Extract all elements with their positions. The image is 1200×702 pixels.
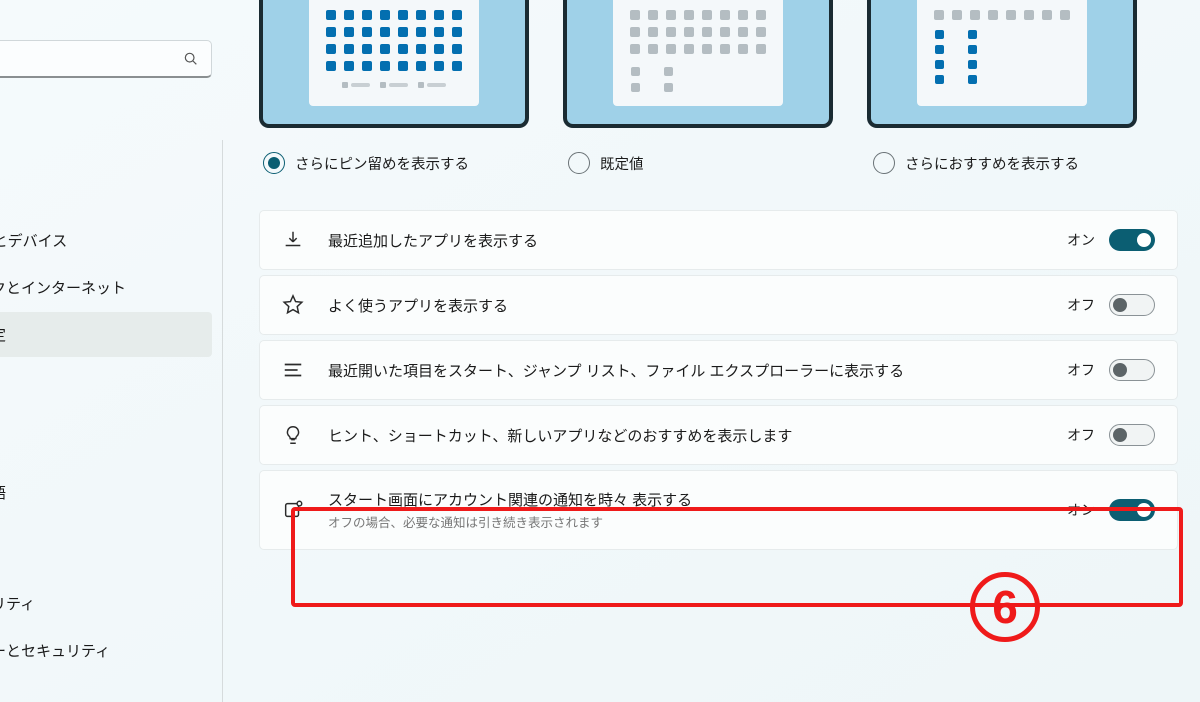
search-input[interactable] bbox=[0, 40, 212, 78]
list-icon bbox=[282, 359, 304, 381]
layout-previews bbox=[259, 0, 1178, 128]
radio-label: 既定値 bbox=[600, 153, 644, 174]
sidebar-item-network[interactable]: ークとインターネット bbox=[0, 265, 212, 310]
toggle-state: オフ bbox=[1067, 425, 1095, 445]
toggle[interactable] bbox=[1109, 424, 1155, 446]
setting-recently-added[interactable]: 最近追加したアプリを表示する オン bbox=[259, 210, 1178, 270]
download-icon bbox=[282, 229, 304, 251]
radio-label: さらにピン留めを表示する bbox=[295, 153, 469, 174]
preview-more-recommendations[interactable] bbox=[867, 0, 1137, 128]
sidebar: th とデバイス ークとインターネット 設定 ト 言語 ビリティ シーとセキュリ… bbox=[0, 0, 222, 702]
toggle[interactable] bbox=[1109, 499, 1155, 521]
radio-more-recommendations[interactable]: さらにおすすめを表示する bbox=[873, 152, 1178, 174]
setting-title: ヒント、ショートカット、新しいアプリなどのおすすめを表示します bbox=[328, 425, 1043, 446]
setting-account-notifications[interactable]: スタート画面にアカウント関連の通知を時々 表示する オフの場合、必要な通知は引き… bbox=[259, 470, 1178, 550]
star-icon bbox=[282, 294, 304, 316]
radio-label: さらにおすすめを表示する bbox=[905, 153, 1079, 174]
setting-tips-recommendations[interactable]: ヒント、ショートカット、新しいアプリなどのおすすめを表示します オフ bbox=[259, 405, 1178, 465]
sidebar-item-language[interactable]: 言語 bbox=[0, 470, 212, 515]
sidebar-item-label: ビリティ bbox=[0, 596, 35, 613]
setting-recent-items[interactable]: 最近開いた項目をスタート、ジャンプ リスト、ファイル エクスプローラーに表示する… bbox=[259, 340, 1178, 400]
radio-icon bbox=[873, 152, 895, 174]
preview-more-pins[interactable] bbox=[259, 0, 529, 128]
search-icon bbox=[183, 51, 199, 67]
sidebar-item-bluetooth[interactable]: th とデバイス bbox=[0, 218, 212, 263]
toggle-state: オン bbox=[1067, 230, 1095, 250]
content: さらにピン留めを表示する 既定値 さらにおすすめを表示する 最近追加したアプリを… bbox=[223, 0, 1200, 702]
setting-most-used[interactable]: よく使うアプリを表示する オフ bbox=[259, 275, 1178, 335]
radio-icon bbox=[263, 152, 285, 174]
setting-title: よく使うアプリを表示する bbox=[328, 295, 1043, 316]
toggle-state: オフ bbox=[1067, 295, 1095, 315]
sidebar-item-label: th とデバイス bbox=[0, 233, 67, 250]
sidebar-item-accessibility[interactable]: ビリティ bbox=[0, 581, 212, 626]
toggle[interactable] bbox=[1109, 229, 1155, 251]
sidebar-item-label: 言語 bbox=[0, 485, 6, 502]
radio-more-pins[interactable]: さらにピン留めを表示する bbox=[263, 152, 568, 174]
sidebar-item-label: 設定 bbox=[0, 327, 6, 344]
toggle-state: オン bbox=[1067, 500, 1095, 520]
sidebar-item-label: シーとセキュリティ bbox=[0, 643, 110, 660]
sidebar-item-accounts[interactable]: ト bbox=[0, 423, 212, 468]
notification-icon bbox=[282, 499, 304, 521]
setting-title: 最近開いた項目をスタート、ジャンプ リスト、ファイル エクスプローラーに表示する bbox=[328, 360, 1043, 381]
layout-radio-row: さらにピン留めを表示する 既定値 さらにおすすめを表示する bbox=[259, 152, 1178, 174]
setting-title: スタート画面にアカウント関連の通知を時々 表示する bbox=[328, 489, 1043, 510]
lightbulb-icon bbox=[282, 424, 304, 446]
toggle-state: オフ bbox=[1067, 360, 1095, 380]
sidebar-item-personalization[interactable]: 設定 bbox=[0, 312, 212, 357]
setting-subtitle: オフの場合、必要な通知は引き続き表示されます bbox=[328, 512, 1043, 531]
radio-icon bbox=[568, 152, 590, 174]
nav-list: th とデバイス ークとインターネット 設定 ト 言語 ビリティ シーとセキュリ… bbox=[0, 218, 222, 673]
toggle[interactable] bbox=[1109, 294, 1155, 316]
setting-title: 最近追加したアプリを表示する bbox=[328, 230, 1043, 251]
sidebar-item-label: ークとインターネット bbox=[0, 280, 126, 297]
radio-default[interactable]: 既定値 bbox=[568, 152, 873, 174]
sidebar-item-privacy[interactable]: シーとセキュリティ bbox=[0, 628, 212, 673]
toggle[interactable] bbox=[1109, 359, 1155, 381]
preview-default[interactable] bbox=[563, 0, 833, 128]
